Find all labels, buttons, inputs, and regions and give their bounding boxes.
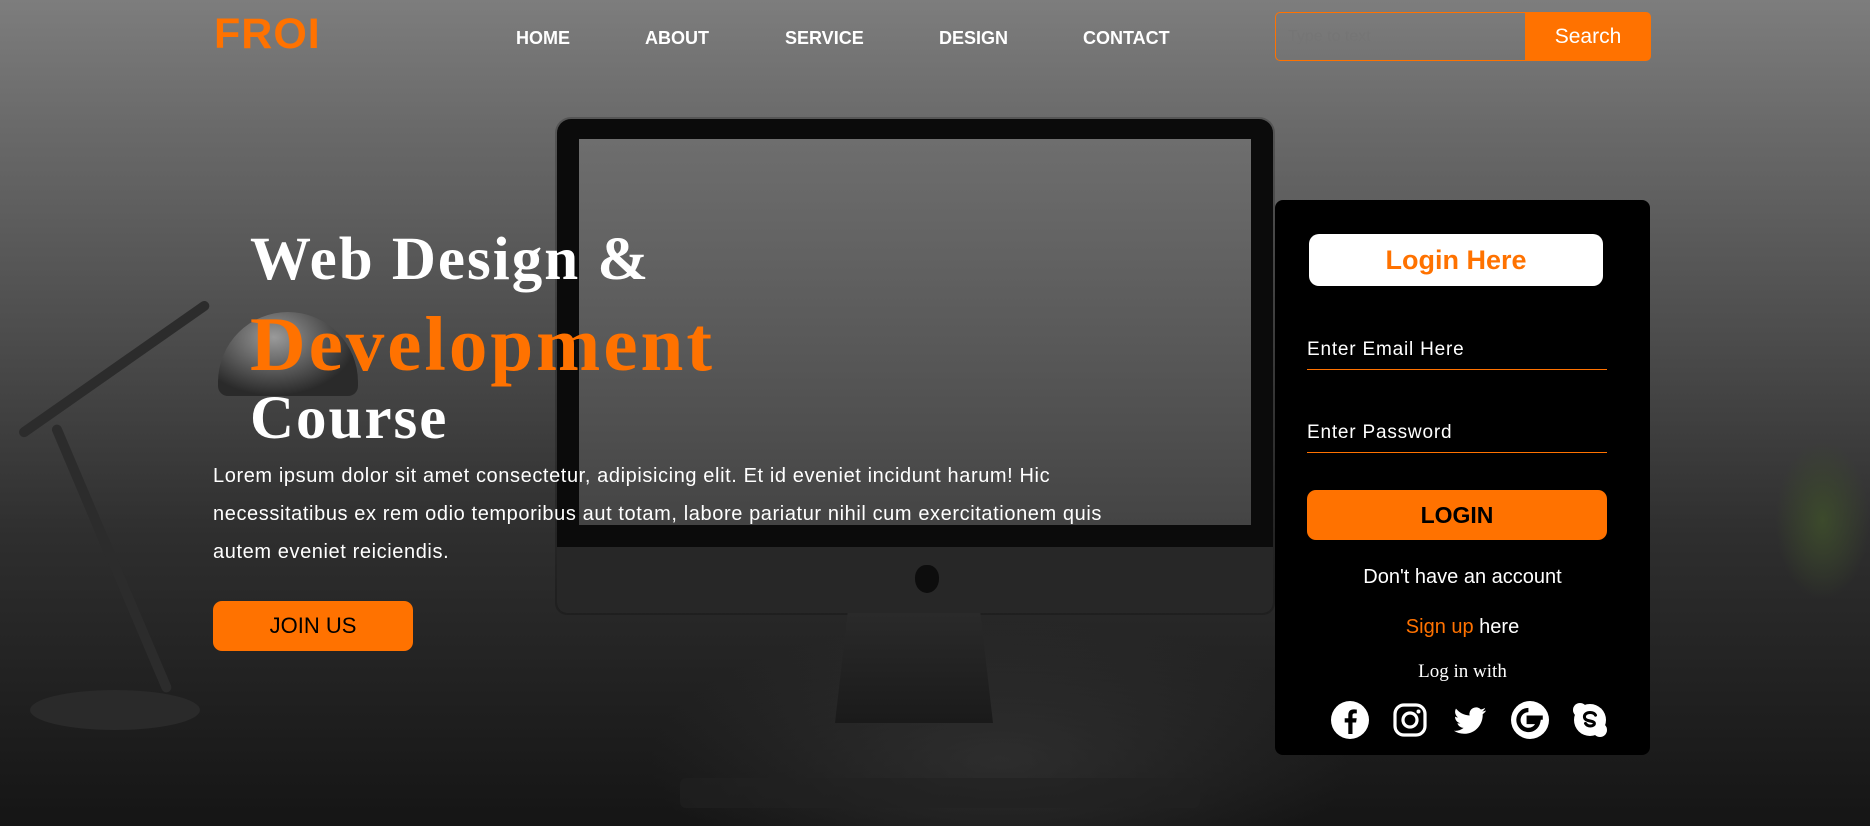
join-us-button[interactable]: JOIN US	[213, 601, 413, 651]
nav-contact[interactable]: CONTACT	[1083, 28, 1170, 49]
email-field[interactable]	[1307, 330, 1607, 370]
hero-title-highlight: Development	[250, 301, 715, 387]
search-input[interactable]	[1275, 12, 1525, 61]
signup-link[interactable]: Sign up	[1406, 616, 1474, 638]
search-button[interactable]: Search	[1525, 12, 1651, 61]
instagram-icon[interactable]	[1390, 700, 1430, 740]
keyboard-illustration	[680, 778, 1200, 808]
signup-suffix: here	[1473, 616, 1520, 638]
login-with-text: Log in with	[1418, 661, 1507, 682]
desk-lamp-arm	[50, 423, 173, 694]
desk-lamp-arm	[17, 298, 212, 440]
plant-illustration	[1775, 440, 1870, 600]
desk-lamp-base	[30, 690, 200, 730]
monitor-stand	[835, 613, 993, 723]
login-form-title: Login Here	[1309, 234, 1603, 286]
hero-title-line1: Web Design &	[250, 226, 651, 293]
nav-home[interactable]: HOME	[516, 28, 570, 49]
facebook-icon[interactable]	[1330, 700, 1370, 740]
hero-title-line3: Course	[250, 385, 449, 452]
nav-design[interactable]: DESIGN	[939, 28, 1008, 49]
password-field[interactable]	[1307, 413, 1607, 453]
no-account-text: Don't have an account	[1363, 566, 1562, 588]
signup-line: Sign up here	[1275, 616, 1650, 639]
twitter-icon[interactable]	[1450, 700, 1490, 740]
login-button[interactable]: LOGIN	[1307, 490, 1607, 540]
skype-icon[interactable]	[1570, 700, 1610, 740]
login-form: Login Here LOGIN Don't have an account S…	[1275, 200, 1650, 755]
hero-description: Lorem ipsum dolor sit amet consectetur, …	[213, 465, 1103, 563]
nav-service[interactable]: SERVICE	[785, 28, 864, 49]
google-icon[interactable]	[1510, 700, 1550, 740]
site-logo[interactable]: FROI	[214, 10, 321, 59]
nav-about[interactable]: ABOUT	[645, 28, 709, 49]
